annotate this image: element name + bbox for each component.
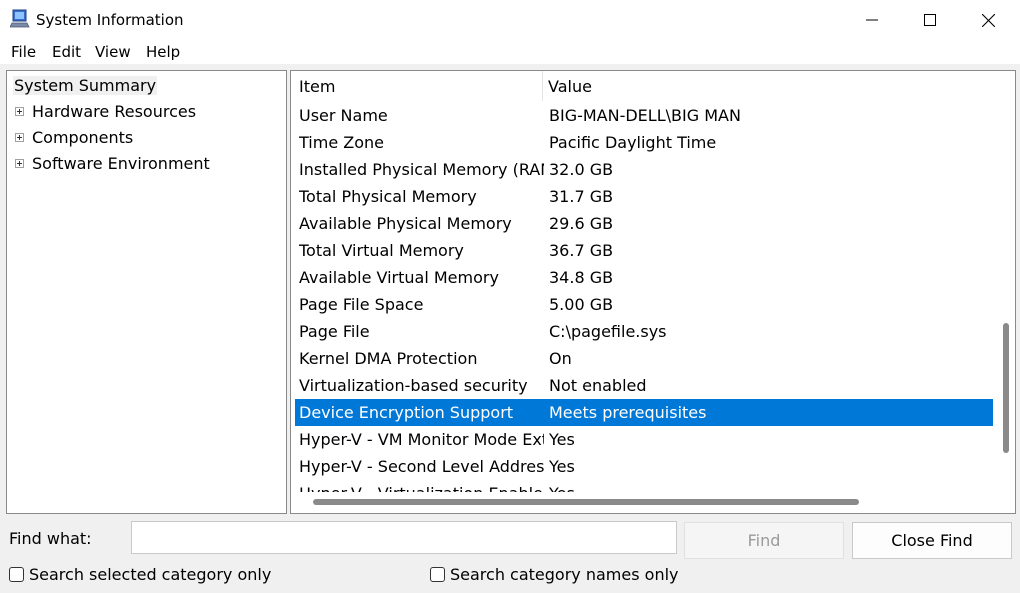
search-selected-category-checkbox[interactable]: [9, 567, 24, 582]
maximize-icon: [924, 14, 936, 26]
row-value-cell: 32.0 GB: [549, 160, 614, 179]
table-row[interactable]: Total Virtual Memory 36.7 GB: [295, 237, 993, 264]
tree-item-label: Hardware Resources: [32, 101, 197, 121]
system-info-app-icon: [10, 9, 30, 28]
expand-plus-icon[interactable]: [15, 132, 24, 142]
close-icon: [981, 13, 995, 27]
table-row[interactable]: Available Physical Memory 29.6 GB: [295, 210, 993, 237]
row-value-cell: BIG-MAN-DELL\BIG MAN: [549, 106, 741, 125]
table-row[interactable]: Page File C:\pagefile.sys: [295, 318, 993, 345]
tree-item-components[interactable]: Components: [15, 126, 133, 148]
find-button[interactable]: Find: [684, 522, 844, 559]
menu-file[interactable]: File: [11, 43, 36, 61]
row-item-cell: Total Physical Memory: [299, 187, 477, 206]
title-bar[interactable]: System Information: [0, 0, 1020, 40]
close-find-button[interactable]: Close Find: [852, 522, 1012, 559]
minimize-icon: [866, 19, 878, 21]
column-header-item[interactable]: Item: [291, 71, 335, 103]
tree-item-system-summary[interactable]: System Summary: [13, 76, 158, 95]
row-item-cell: Total Virtual Memory: [299, 241, 464, 260]
row-item-cell: Page File Space: [299, 295, 424, 314]
row-value-cell: 36.7 GB: [549, 241, 614, 260]
maximize-button[interactable]: [901, 0, 959, 40]
search-category-names-label: Search category names only: [450, 565, 679, 584]
search-category-names-option[interactable]: Search category names only: [430, 565, 679, 584]
row-value-cell: C:\pagefile.sys: [549, 322, 667, 341]
find-what-label: Find what:: [9, 529, 92, 548]
tree-item-label: Components: [32, 127, 134, 147]
row-value-cell: 34.8 GB: [549, 268, 614, 287]
row-value-cell: Not enabled: [549, 376, 647, 395]
minimize-button[interactable]: [843, 0, 901, 40]
expand-plus-icon[interactable]: [15, 106, 24, 116]
row-item-cell: Hyper-V - VM Monitor Mode Extensions: [299, 430, 544, 449]
table-row[interactable]: User Name BIG-MAN-DELL\BIG MAN: [295, 102, 993, 129]
row-value-cell: Meets prerequisites: [549, 403, 707, 422]
row-item-cell: Time Zone: [299, 133, 384, 152]
table-row[interactable]: Kernel DMA Protection On: [295, 345, 993, 372]
table-row[interactable]: Time Zone Pacific Daylight Time: [295, 129, 993, 156]
row-value-cell: 29.6 GB: [549, 214, 614, 233]
row-value-cell: Pacific Daylight Time: [549, 133, 717, 152]
row-item-cell: Kernel DMA Protection: [299, 349, 478, 368]
table-row[interactable]: Device Encryption Support Meets prerequis…: [295, 399, 993, 426]
row-item-cell: Available Physical Memory: [299, 214, 512, 233]
row-item-cell: Available Virtual Memory: [299, 268, 499, 287]
details-list[interactable]: Item Value User Name BIG-MAN-DELL\BIG MAN…: [290, 70, 1016, 514]
table-row[interactable]: Total Physical Memory 31.7 GB: [295, 183, 993, 210]
table-row[interactable]: Virtualization-based security Not enabled: [295, 372, 993, 399]
row-item-cell: Hyper-V - Second Level Address Translati…: [299, 457, 544, 476]
table-row[interactable]: Available Virtual Memory 34.8 GB: [295, 264, 993, 291]
window-title: System Information: [36, 11, 184, 29]
expand-plus-icon[interactable]: [15, 158, 24, 168]
menu-bar: File Edit View Help: [0, 40, 1020, 64]
row-item-cell: Virtualization-based security: [299, 376, 528, 395]
vertical-scroll-thumb[interactable]: [1003, 323, 1009, 453]
tree-item-software-environment[interactable]: Software Environment: [15, 152, 210, 174]
search-selected-category-option[interactable]: Search selected category only: [9, 565, 271, 584]
row-item-cell: Device Encryption Support: [299, 403, 514, 422]
row-value-cell: On: [549, 349, 572, 368]
category-tree[interactable]: System Summary Hardware Resources Compon…: [6, 70, 287, 514]
menu-view[interactable]: View: [95, 43, 131, 61]
close-window-button[interactable]: [959, 0, 1017, 40]
tree-item-label: Software Environment: [32, 153, 210, 173]
menu-edit[interactable]: Edit: [52, 43, 81, 61]
row-value-cell: Yes: [549, 457, 575, 476]
horizontal-scrollbar[interactable]: [291, 491, 995, 513]
row-item-cell: User Name: [299, 106, 388, 125]
tree-item-hardware-resources[interactable]: Hardware Resources: [15, 100, 196, 122]
vertical-scrollbar[interactable]: [995, 71, 1015, 491]
row-value-cell: Yes: [549, 430, 575, 449]
search-category-names-checkbox[interactable]: [430, 567, 445, 582]
table-row[interactable]: Page File Space 5.00 GB: [295, 291, 993, 318]
search-selected-category-label: Search selected category only: [29, 565, 272, 584]
menu-help[interactable]: Help: [146, 43, 180, 61]
table-row[interactable]: Hyper-V - Second Level Address Translati…: [295, 453, 993, 480]
table-row[interactable]: Installed Physical Memory (RAM) 32.0 GB: [295, 156, 993, 183]
row-value-cell: 31.7 GB: [549, 187, 614, 206]
horizontal-scroll-thumb[interactable]: [313, 499, 859, 505]
list-rows: User Name BIG-MAN-DELL\BIG MAN Time Zone Pa…: [291, 102, 993, 492]
row-value-cell: 5.00 GB: [549, 295, 614, 314]
column-header-value[interactable]: Value: [540, 71, 592, 103]
row-item-cell: Page File: [299, 322, 370, 341]
row-item-cell: Installed Physical Memory (RAM): [299, 160, 544, 179]
find-what-input[interactable]: [131, 521, 677, 554]
table-row[interactable]: Hyper-V - VM Monitor Mode Extensions Yes: [295, 426, 993, 453]
